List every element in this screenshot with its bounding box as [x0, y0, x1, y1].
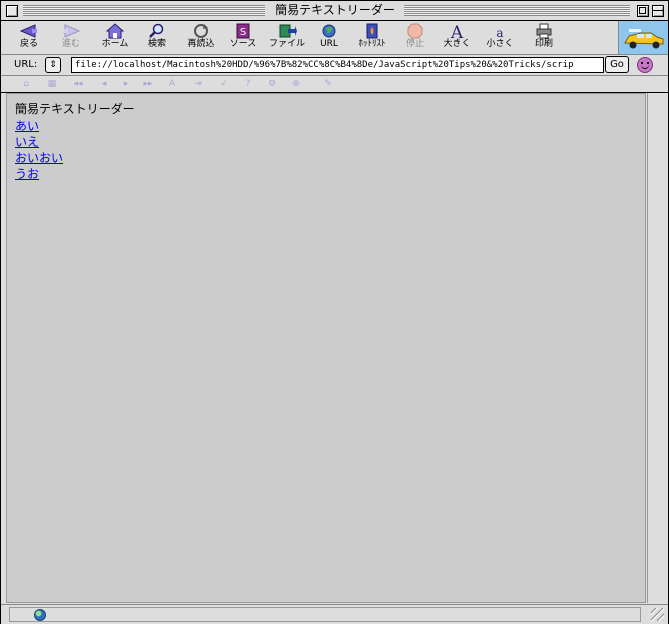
- car-logo-icon: [624, 29, 664, 49]
- status-bar: [1, 604, 668, 624]
- back-button[interactable]: 戻る: [5, 23, 53, 54]
- svg-text:A: A: [450, 23, 464, 39]
- print-button-label: 印刷: [534, 39, 553, 49]
- zoom-box[interactable]: [637, 5, 649, 17]
- reload-button-label: 再読込: [187, 39, 215, 49]
- nav-next-icon: ▸: [123, 79, 129, 89]
- reload-button[interactable]: 再読込: [177, 23, 225, 54]
- toolbar: 戻る 進む ホーム 検索 再読込 S ソース ファイル URL ﾎｯﾄﾘｽﾄ 停…: [1, 21, 668, 55]
- scrollbar-gutter: [647, 93, 668, 603]
- search-button[interactable]: 検索: [133, 23, 181, 54]
- source-button[interactable]: S ソース: [219, 23, 267, 54]
- page-heading: 簡易テキストリーダー: [15, 102, 135, 116]
- search-icon: [149, 23, 164, 38]
- link-item[interactable]: あい: [15, 118, 63, 134]
- link-item[interactable]: おいおい: [15, 150, 63, 166]
- url-label: URL:: [14, 59, 38, 70]
- url-button[interactable]: URL: [305, 23, 353, 54]
- hotlist-button[interactable]: ﾎｯﾄﾘｽﾄ: [348, 23, 396, 54]
- nav-jump-icon: ⇥: [194, 79, 202, 89]
- address-bar: URL: ⇕ file://localhost/Macintosh%20HDD/…: [1, 55, 668, 76]
- home-icon: [105, 23, 125, 39]
- stop-button[interactable]: 停止: [391, 23, 439, 54]
- url-history-popup[interactable]: ⇕: [45, 57, 61, 73]
- search-button-label: 検索: [147, 39, 166, 49]
- nav-last-icon: ▸▸: [143, 79, 153, 89]
- forward-arrow-icon: [63, 24, 81, 38]
- hotlist-icon: [366, 23, 378, 39]
- svg-text:S: S: [240, 27, 246, 38]
- home-button[interactable]: ホーム: [91, 23, 139, 54]
- print-button[interactable]: 印刷: [520, 23, 568, 54]
- nav-check-icon: ✓: [220, 79, 228, 89]
- source-icon: S: [236, 23, 250, 39]
- font-larger-button-label: 大きく: [443, 39, 471, 49]
- nav-prev-icon: ◂: [101, 79, 107, 89]
- source-button-label: ソース: [229, 39, 257, 49]
- file-button-label: ファイル: [268, 39, 305, 49]
- title-bar-stripes: [23, 5, 265, 16]
- nav-help-icon: ?: [245, 79, 251, 89]
- url-input[interactable]: file://localhost/Macintosh%20HDD/%96%7B%…: [71, 57, 604, 73]
- home-button-label: ホーム: [101, 39, 129, 49]
- forward-button[interactable]: 進む: [47, 23, 95, 54]
- print-icon: [536, 23, 552, 39]
- svg-text:a: a: [496, 26, 503, 39]
- close-box[interactable]: [6, 5, 18, 17]
- back-arrow-icon: [19, 24, 37, 38]
- nav-edit-icon: ✎: [324, 79, 332, 89]
- nav-first-icon: ◂◂: [73, 79, 83, 89]
- file-button[interactable]: ファイル: [263, 23, 311, 54]
- browser-mascot: [618, 21, 668, 54]
- font-smaller-icon: a: [496, 26, 503, 39]
- font-smaller-button[interactable]: a 小さく: [476, 23, 524, 54]
- resize-grip[interactable]: [651, 608, 664, 621]
- go-button[interactable]: Go: [605, 56, 629, 73]
- status-text: [9, 607, 641, 622]
- network-globe-icon: [34, 609, 46, 621]
- page-content[interactable]: 簡易テキストリーダー あい いえ おいおい うお: [6, 93, 646, 603]
- link-item[interactable]: いえ: [15, 134, 63, 150]
- navigation-bar: ⌂ ▦ ◂◂ ◂ ▸ ▸▸ A ⇥ ✓ ? ⚙ ⊕ ✎: [1, 76, 668, 93]
- title-bar-stripes: [404, 5, 630, 16]
- collapse-box[interactable]: [652, 5, 664, 17]
- nav-home-icon: ⌂: [23, 79, 29, 89]
- file-icon: [279, 24, 297, 38]
- reload-icon: [194, 24, 208, 38]
- nav-add-icon: ⊕: [292, 79, 300, 89]
- nav-grid-icon: ▦: [47, 79, 57, 89]
- stop-icon: [407, 23, 423, 39]
- globe-icon: [322, 24, 336, 38]
- window-title: 簡易テキストリーダー: [269, 3, 401, 18]
- browser-window: 簡易テキストリーダー 戻る 進む ホーム 検索 再読込 S ソース ファイル U…: [0, 0, 669, 624]
- title-bar[interactable]: 簡易テキストリーダー: [1, 1, 668, 21]
- font-larger-icon: A: [450, 23, 464, 39]
- font-smaller-button-label: 小さく: [486, 39, 514, 49]
- nav-settings-icon: ⚙: [267, 79, 277, 89]
- url-button-label: URL: [320, 39, 338, 49]
- link-item[interactable]: うお: [15, 166, 63, 182]
- forward-button-label: 進む: [61, 39, 80, 49]
- stop-button-label: 停止: [405, 39, 424, 49]
- smiley-icon[interactable]: [637, 57, 653, 73]
- font-larger-button[interactable]: A 大きく: [433, 23, 481, 54]
- hotlist-button-label: ﾎｯﾄﾘｽﾄ: [358, 39, 386, 49]
- link-list: あい いえ おいおい うお: [15, 118, 63, 182]
- back-button-label: 戻る: [19, 39, 38, 49]
- nav-font-icon: A: [168, 79, 176, 89]
